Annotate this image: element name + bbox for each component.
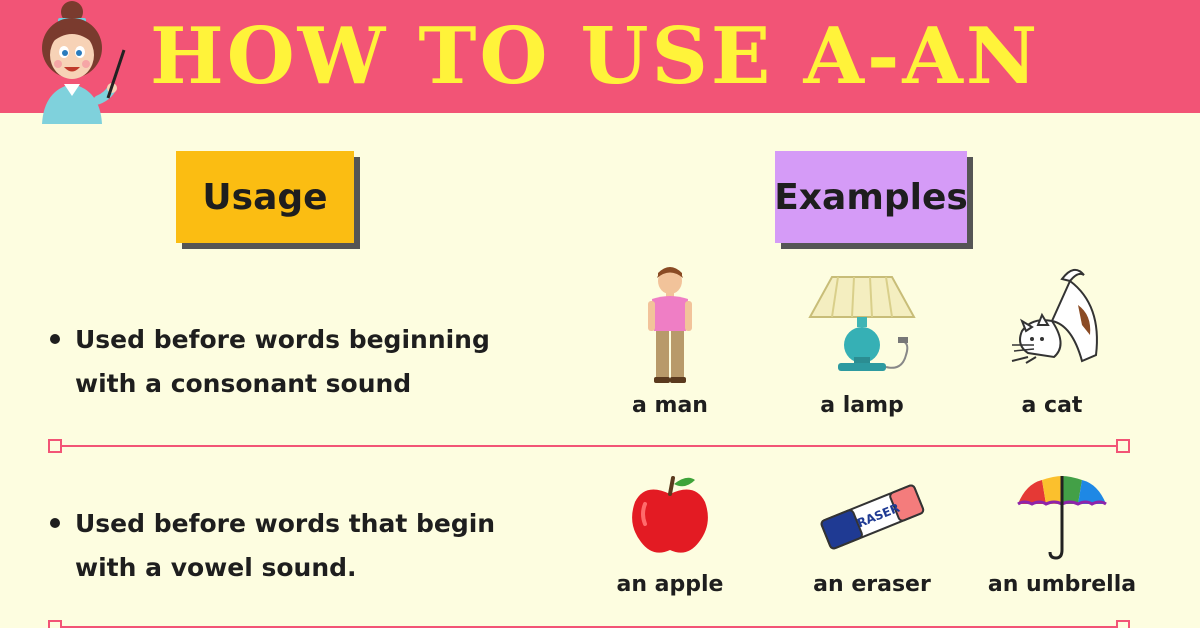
lamp-icon [808, 276, 916, 371]
apple-icon [632, 476, 708, 553]
example-label: a cat [1021, 393, 1083, 418]
teacher-icon [42, 1, 126, 124]
row-divider [48, 620, 1130, 628]
example-label: an apple [616, 572, 724, 597]
example-label: an eraser [813, 572, 931, 597]
example-umbrella: an umbrella [982, 474, 1142, 604]
rule-line: Used before words beginning [75, 325, 490, 354]
bullet-dot [50, 334, 60, 344]
row-divider [48, 439, 1130, 453]
rule-consonant: Used before words beginning with a conso… [50, 318, 520, 406]
rule-vowel: Used before words that begin with a vowe… [50, 502, 520, 590]
example-label: a man [632, 393, 708, 418]
rule-line: Used before words that begin [75, 509, 496, 538]
example-cat: a cat [972, 265, 1132, 430]
usage-header: Usage [176, 151, 354, 243]
rule-line: with a vowel sound. [75, 553, 357, 582]
bullet-dot [50, 518, 60, 528]
examples-header: Examples [774, 151, 968, 243]
page-title: HOW TO USE A-AN [150, 11, 1041, 102]
example-apple: an apple [590, 474, 750, 604]
man-icon [648, 267, 692, 383]
example-lamp: a lamp [782, 265, 942, 430]
example-eraser: ERASER an eraser [792, 474, 952, 604]
example-man: a man [590, 265, 750, 430]
example-label: an umbrella [987, 572, 1137, 597]
cat-icon [1011, 268, 1098, 364]
example-label: a lamp [820, 393, 904, 418]
eraser-icon: ERASER [820, 484, 925, 550]
umbrella-icon [1017, 476, 1107, 560]
rule-line: with a consonant sound [75, 369, 412, 398]
